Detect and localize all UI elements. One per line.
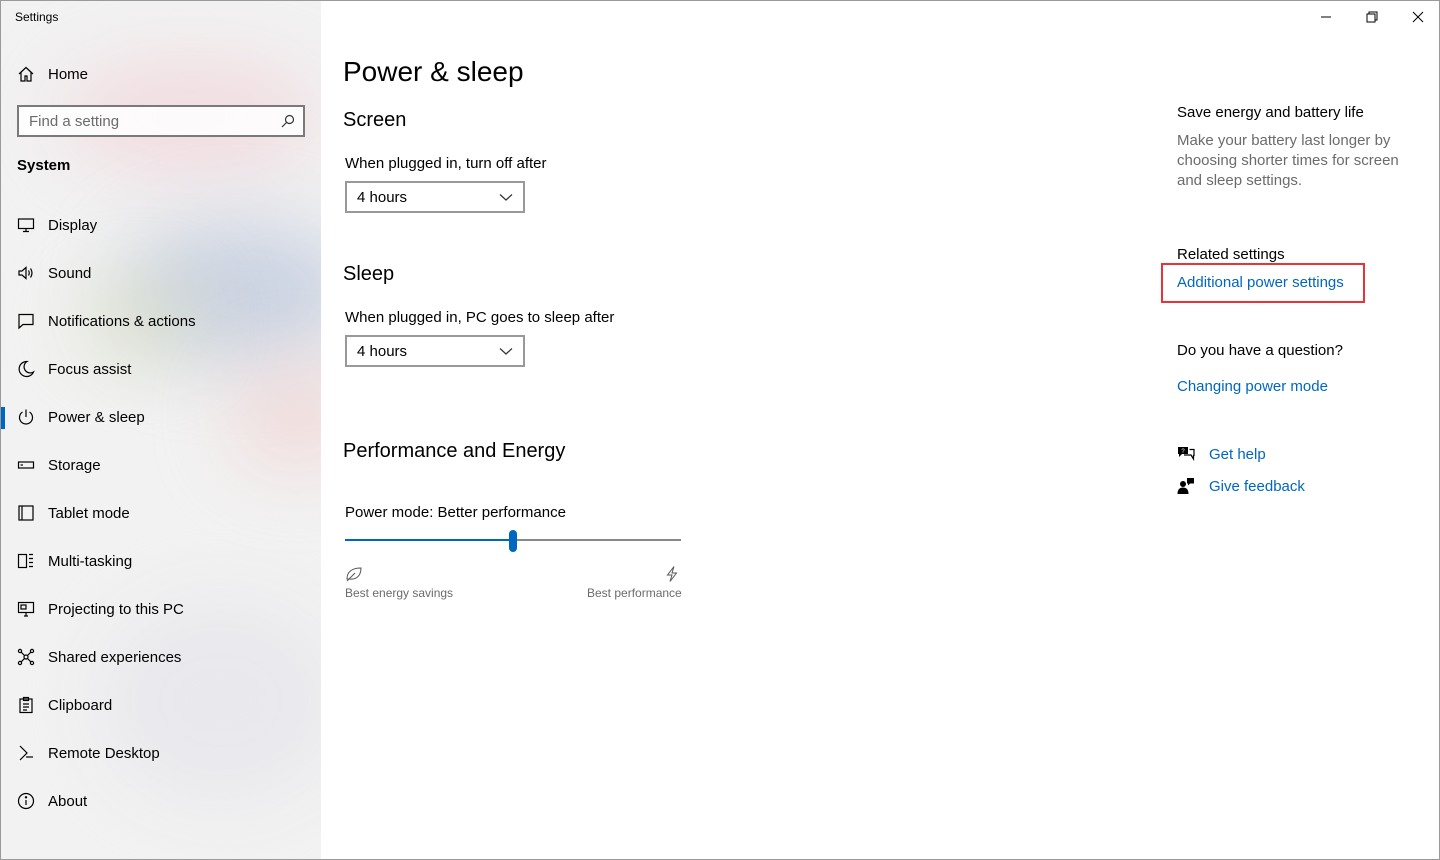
screen-heading: Screen xyxy=(343,109,407,131)
sidebar-item-focus-assist[interactable]: Focus assist xyxy=(1,345,321,393)
give-feedback-link[interactable]: Give feedback xyxy=(1177,477,1305,495)
sidebar-item-label: Sound xyxy=(48,264,92,282)
slider-min-caption: Best energy savings xyxy=(345,586,454,600)
slider-thumb[interactable] xyxy=(509,530,517,552)
slider-fill xyxy=(345,539,513,541)
home-icon xyxy=(18,66,34,82)
changing-power-mode-link[interactable]: Changing power mode xyxy=(1177,378,1328,395)
get-help-link[interactable]: ? Get help xyxy=(1177,445,1266,463)
feedback-icon xyxy=(1177,478,1194,494)
chevron-down-icon xyxy=(499,194,513,201)
settings-window: Settings Home System Display Sound xyxy=(0,0,1440,860)
sidebar-item-label: Shared experiences xyxy=(48,648,182,666)
sidebar-nav: Display Sound Notifications & actions Fo… xyxy=(1,201,321,825)
search-box[interactable] xyxy=(17,105,305,137)
screen-label: When plugged in, turn off after xyxy=(345,155,547,172)
save-energy-text: Make your battery last longer by choosin… xyxy=(1177,132,1399,189)
app-title: Settings xyxy=(15,10,59,24)
sidebar-item-tablet-mode[interactable]: Tablet mode xyxy=(1,489,321,537)
slider-max-caption: Best performance xyxy=(587,586,682,600)
sidebar-item-clipboard[interactable]: Clipboard xyxy=(1,681,321,729)
power-icon xyxy=(18,409,34,425)
home-label: Home xyxy=(48,65,89,83)
leaf-icon xyxy=(346,567,362,582)
sidebar-item-shared-experiences[interactable]: Shared experiences xyxy=(1,633,321,681)
sidebar-item-storage[interactable]: Storage xyxy=(1,441,321,489)
sidebar-item-remote-desktop[interactable]: Remote Desktop xyxy=(1,729,321,777)
shared-experiences-icon xyxy=(17,648,35,666)
sidebar-item-display[interactable]: Display xyxy=(1,201,321,249)
home-link[interactable]: Home xyxy=(17,63,88,85)
search-input[interactable] xyxy=(29,112,281,130)
search-icon[interactable] xyxy=(281,114,295,128)
sidebar-item-sound[interactable]: Sound xyxy=(1,249,321,297)
help-chat-icon: ? xyxy=(1178,447,1195,462)
sidebar-item-label: Display xyxy=(48,216,98,234)
sidebar-item-label: Focus assist xyxy=(48,360,132,378)
sleep-timeout-dropdown[interactable]: 4 hours xyxy=(345,335,525,367)
section-title: System xyxy=(17,157,71,174)
sleep-heading: Sleep xyxy=(343,263,395,285)
sidebar-item-projecting[interactable]: Projecting to this PC xyxy=(1,585,321,633)
sidebar-item-label: Notifications & actions xyxy=(48,312,196,330)
sidebar-item-label: Tablet mode xyxy=(48,504,130,522)
clipboard-icon xyxy=(19,696,33,714)
sidebar-item-label: Power & sleep xyxy=(48,408,145,426)
sidebar-item-notifications[interactable]: Notifications & actions xyxy=(1,297,321,345)
screen-timeout-dropdown[interactable]: 4 hours xyxy=(345,181,525,213)
save-energy-heading: Save energy and battery life xyxy=(1177,104,1364,121)
sidebar-item-power-sleep[interactable]: Power & sleep xyxy=(1,393,321,441)
lightning-icon xyxy=(666,566,678,582)
sleep-timeout-value: 4 hours xyxy=(357,342,408,360)
sidebar-item-label: Remote Desktop xyxy=(48,744,160,762)
sleep-label: When plugged in, PC goes to sleep after xyxy=(345,309,615,326)
sidebar-item-about[interactable]: About xyxy=(1,777,321,825)
related-settings-heading: Related settings xyxy=(1177,246,1285,263)
sidebar-item-label: Multi-tasking xyxy=(48,552,133,570)
speaker-icon xyxy=(18,266,33,280)
project-icon xyxy=(17,601,35,617)
question-heading: Do you have a question? xyxy=(1177,342,1343,359)
info-icon xyxy=(17,792,35,810)
storage-icon xyxy=(17,461,35,469)
right-panel: Save energy and battery life Make your b… xyxy=(1161,1,1439,859)
chevron-down-icon xyxy=(499,348,513,355)
get-help-label: Get help xyxy=(1209,445,1266,463)
sidebar-item-label: About xyxy=(48,792,88,810)
page-title: Power & sleep xyxy=(343,56,524,87)
moon-icon xyxy=(18,360,35,378)
sidebar-item-label: Storage xyxy=(48,456,101,474)
power-mode-label: Power mode: Better performance xyxy=(345,504,566,521)
monitor-icon xyxy=(17,218,35,233)
multitasking-icon xyxy=(17,553,33,569)
sidebar-item-multitasking[interactable]: Multi-tasking xyxy=(1,537,321,585)
screen-timeout-value: 4 hours xyxy=(357,188,408,206)
additional-power-settings-link[interactable]: Additional power settings xyxy=(1177,274,1344,291)
power-mode-slider[interactable] xyxy=(345,527,681,555)
remote-desktop-icon xyxy=(19,745,33,761)
sidebar-item-label: Projecting to this PC xyxy=(48,600,184,618)
main-content: Power & sleep Screen When plugged in, tu… xyxy=(321,1,1439,859)
notifications-icon xyxy=(18,313,34,330)
sidebar-item-label: Clipboard xyxy=(48,696,113,714)
performance-heading: Performance and Energy xyxy=(343,440,566,462)
give-feedback-label: Give feedback xyxy=(1209,477,1305,495)
tablet-icon xyxy=(18,505,34,521)
sidebar: Settings Home System Display Sound xyxy=(1,1,321,859)
